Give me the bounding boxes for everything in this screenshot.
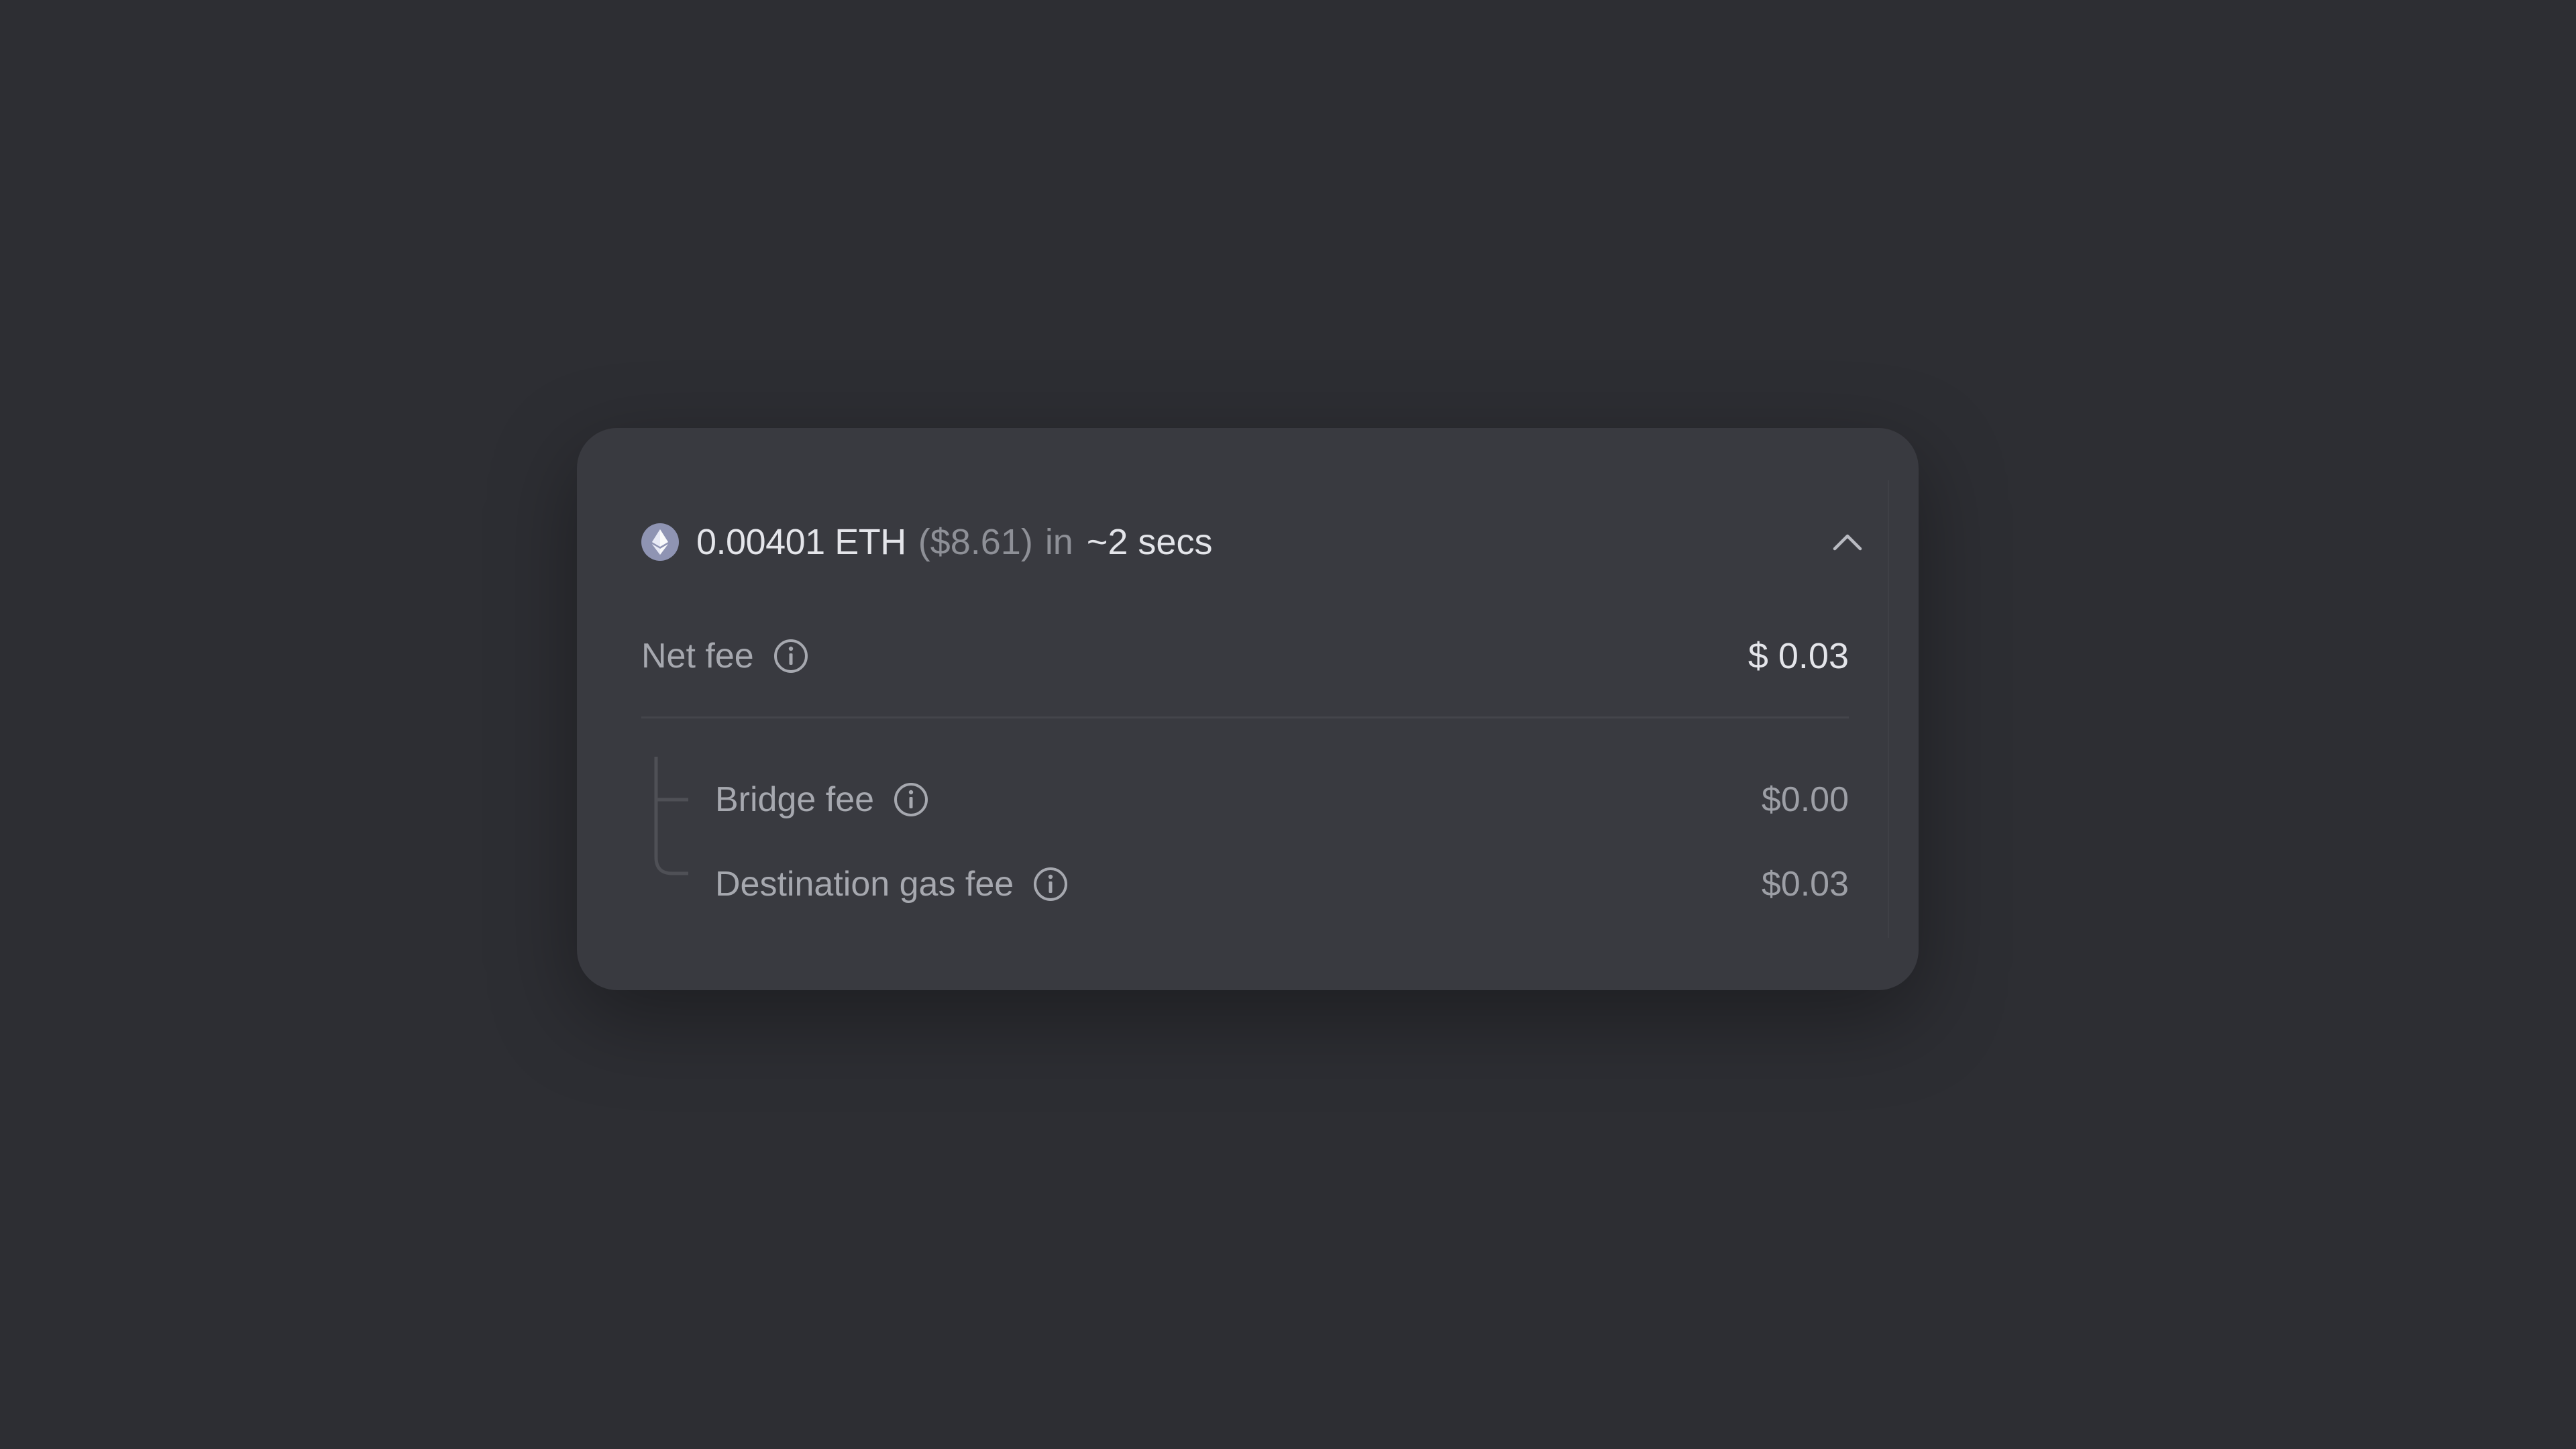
eth-amount: 0.00401 ETH (696, 522, 906, 562)
bridge-fee-value: $0.00 (1761, 780, 1849, 819)
scroll-track (1888, 480, 1889, 938)
bridge-fee-row: Bridge fee $0.00 (715, 773, 1849, 826)
fee-summary-toggle[interactable]: 0.00401 ETH ($8.61) in ~2 secs (641, 508, 1862, 576)
destination-gas-fee-value: $0.03 (1761, 865, 1849, 904)
in-label: in (1044, 522, 1073, 562)
net-fee-label: Net fee (641, 637, 754, 676)
page: 0.00401 ETH ($8.61) in ~2 secs Net fee $… (0, 0, 2576, 1449)
net-fee-value: $ 0.03 (1748, 636, 1849, 676)
eta-value: ~2 secs (1086, 522, 1213, 562)
chevron-up-icon[interactable] (1827, 522, 1868, 562)
fee-tree-connector (654, 757, 688, 875)
destination-gas-fee-label: Destination gas fee (715, 865, 1014, 904)
divider (641, 716, 1849, 718)
net-fee-info-icon[interactable] (773, 638, 809, 674)
ethereum-icon (641, 523, 679, 561)
bridge-fee-info-icon[interactable] (893, 782, 929, 818)
fee-details-card: 0.00401 ETH ($8.61) in ~2 secs Net fee $… (577, 428, 1919, 990)
net-fee-row: Net fee $ 0.03 (641, 629, 1849, 683)
destination-gas-fee-row: Destination gas fee $0.03 (715, 857, 1849, 911)
bridge-fee-label: Bridge fee (715, 780, 875, 819)
destination-gas-fee-info-icon[interactable] (1032, 866, 1069, 902)
usd-amount: ($8.61) (918, 522, 1033, 562)
